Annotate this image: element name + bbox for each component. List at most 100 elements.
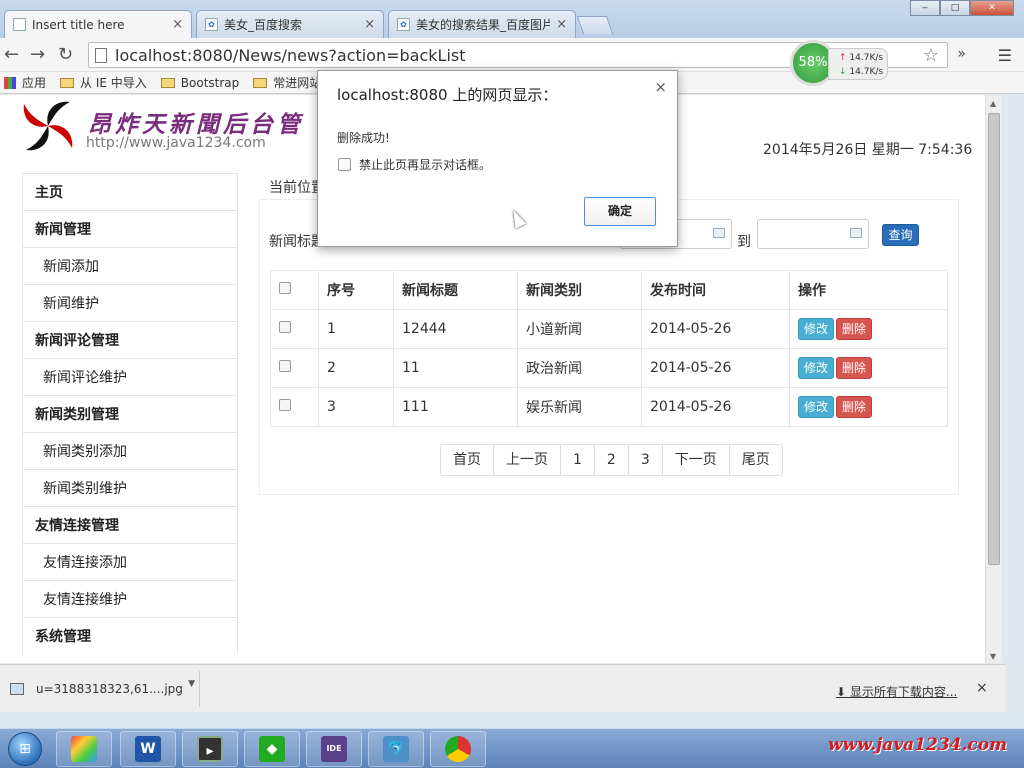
sidebar-item-link-management[interactable]: 友情连接管理: [22, 506, 238, 543]
bookmark-apps[interactable]: 应用: [0, 74, 46, 91]
cell-actions: 修改 删除: [789, 387, 948, 427]
scroll-down-icon[interactable]: ▼: [990, 652, 996, 661]
taskbar-app-terminal[interactable]: ▸: [182, 731, 238, 767]
scroll-thumb[interactable]: [988, 113, 1000, 565]
sidebar-item-system-management[interactable]: 系统管理: [22, 617, 238, 654]
word-icon: W: [135, 736, 161, 762]
show-all-downloads-link[interactable]: ⬇ 显示所有下载内容...: [836, 683, 957, 700]
delete-button[interactable]: 删除: [836, 318, 873, 340]
tab-baidu-images[interactable]: ✿ 美女的搜索结果_百度图片 ×: [388, 10, 576, 38]
sidebar-item-category-management[interactable]: 新闻类别管理: [22, 395, 238, 432]
bookmark-common-sites[interactable]: 常进网站: [253, 74, 321, 91]
calendar-icon[interactable]: [713, 228, 725, 238]
end-date-input[interactable]: [757, 219, 869, 249]
taskbar-app-mysql[interactable]: 🐬: [368, 731, 424, 767]
bookmark-label: Bootstrap: [180, 75, 240, 90]
close-tab-icon[interactable]: ×: [364, 17, 375, 32]
download-rate: 14.7K/s: [849, 67, 884, 77]
cell-date: 2014-05-26: [641, 309, 790, 349]
sidebar-item-link-add[interactable]: 友情连接添加: [22, 543, 238, 580]
download-item[interactable]: u=3188318323,61....jpg ▼: [4, 671, 200, 707]
page-number[interactable]: 1: [560, 445, 594, 475]
taskbar-app-word[interactable]: W: [120, 731, 176, 767]
row-checkbox[interactable]: [279, 321, 291, 333]
taskbar-app-gallery[interactable]: [56, 731, 112, 767]
cell-type: 小道新闻: [517, 309, 642, 349]
windows-logo-icon: ⊞: [8, 732, 42, 766]
cell-type: 政治新闻: [517, 348, 642, 388]
start-button[interactable]: ⊞: [2, 729, 46, 768]
tab-baidu-search[interactable]: ✿ 美女_百度搜索 ×: [196, 10, 384, 38]
bookmark-label: 常进网站: [273, 76, 322, 90]
page-number[interactable]: 3: [627, 445, 662, 475]
sidebar-item-news-management[interactable]: 新闻管理: [22, 210, 238, 247]
menu-icon[interactable]: ☰: [998, 46, 1012, 65]
taskbar-app-chrome[interactable]: [430, 731, 486, 767]
column-header: 发布时间: [641, 270, 790, 310]
sidebar-item-home[interactable]: 主页: [22, 173, 238, 210]
page-next[interactable]: 下一页: [661, 445, 729, 475]
photo-gallery-icon: [71, 736, 97, 762]
folder-icon: [60, 77, 75, 88]
column-header: 操作: [789, 270, 948, 310]
close-tab-icon[interactable]: ×: [172, 17, 183, 32]
edit-button[interactable]: 修改: [798, 396, 835, 418]
sidebar-item-news-maintain[interactable]: 新闻维护: [22, 284, 238, 321]
close-icon[interactable]: ×: [976, 680, 988, 696]
new-tab-button[interactable]: [576, 16, 614, 34]
taskbar-app-tool[interactable]: ◆: [244, 731, 300, 767]
site-logo-icon: [23, 101, 73, 151]
page-number[interactable]: 2: [593, 445, 628, 475]
cell-no: 2: [318, 348, 394, 388]
sidebar-item-category-maintain[interactable]: 新闻类别维护: [22, 469, 238, 506]
window-close-button[interactable]: ✕: [970, 0, 1014, 16]
page-last[interactable]: 尾页: [728, 445, 782, 475]
upload-arrow-icon: ↑: [839, 53, 847, 63]
extensions-chevron-icon[interactable]: »: [957, 46, 966, 62]
bookmark-star-icon[interactable]: ☆: [923, 45, 939, 66]
bookmark-ie-import[interactable]: 从 IE 中导入: [60, 74, 147, 91]
bookmark-bootstrap[interactable]: Bootstrap: [160, 75, 240, 90]
delete-button[interactable]: 删除: [836, 396, 873, 418]
page-first[interactable]: 首页: [441, 445, 493, 475]
row-checkbox[interactable]: [279, 360, 291, 372]
taskbar-app-javaee[interactable]: IDE: [306, 731, 362, 767]
close-tab-icon[interactable]: ×: [556, 17, 567, 32]
row-checkbox[interactable]: [279, 399, 291, 411]
scroll-up-icon[interactable]: ▲: [990, 99, 996, 108]
site-url: http://www.java1234.com: [86, 135, 266, 151]
sidebar-item-comment-maintain[interactable]: 新闻评论维护: [22, 358, 238, 395]
query-button[interactable]: 查询: [882, 224, 919, 246]
cell-actions: 修改 删除: [789, 348, 948, 388]
forward-icon[interactable]: →: [30, 44, 45, 65]
sidebar-item-category-add[interactable]: 新闻类别添加: [22, 432, 238, 469]
page-prev[interactable]: 上一页: [493, 445, 560, 475]
maximize-button[interactable]: □: [940, 0, 970, 16]
delete-button[interactable]: 删除: [836, 357, 873, 379]
back-icon[interactable]: ←: [4, 44, 19, 65]
cell-title: 11: [393, 348, 518, 388]
checkbox-box[interactable]: [338, 158, 351, 171]
date-to-label: 到: [737, 234, 751, 250]
folder-icon: [253, 77, 268, 88]
download-filename: u=3188318323,61....jpg: [36, 682, 183, 696]
sidebar-item-comment-management[interactable]: 新闻评论管理: [22, 321, 238, 358]
reload-icon[interactable]: ↻: [58, 44, 73, 65]
watermark-text: www.java1234.com: [828, 735, 1008, 755]
calendar-icon[interactable]: [850, 228, 862, 238]
suppress-dialogs-checkbox[interactable]: 禁止此页再显示对话框。: [338, 156, 491, 173]
edit-button[interactable]: 修改: [798, 357, 835, 379]
page-scrollbar[interactable]: ▲ ▼: [985, 95, 1002, 663]
tab-insert-title[interactable]: Insert title here ×: [4, 10, 192, 38]
dolphin-icon: 🐬: [383, 736, 409, 762]
chevron-down-icon[interactable]: ▼: [188, 679, 195, 689]
sidebar-item-news-add[interactable]: 新闻添加: [22, 247, 238, 284]
table-row: 2 11 政治新闻 2014-05-26 修改 删除: [270, 348, 948, 388]
select-all-checkbox[interactable]: [279, 282, 291, 294]
minimize-button[interactable]: ‒: [910, 0, 940, 16]
sidebar-item-link-maintain[interactable]: 友情连接维护: [22, 580, 238, 617]
close-icon[interactable]: ×: [654, 78, 667, 96]
ok-button[interactable]: 确定: [584, 197, 656, 226]
table-row: 1 12444 小道新闻 2014-05-26 修改 删除: [270, 309, 948, 349]
edit-button[interactable]: 修改: [798, 318, 835, 340]
